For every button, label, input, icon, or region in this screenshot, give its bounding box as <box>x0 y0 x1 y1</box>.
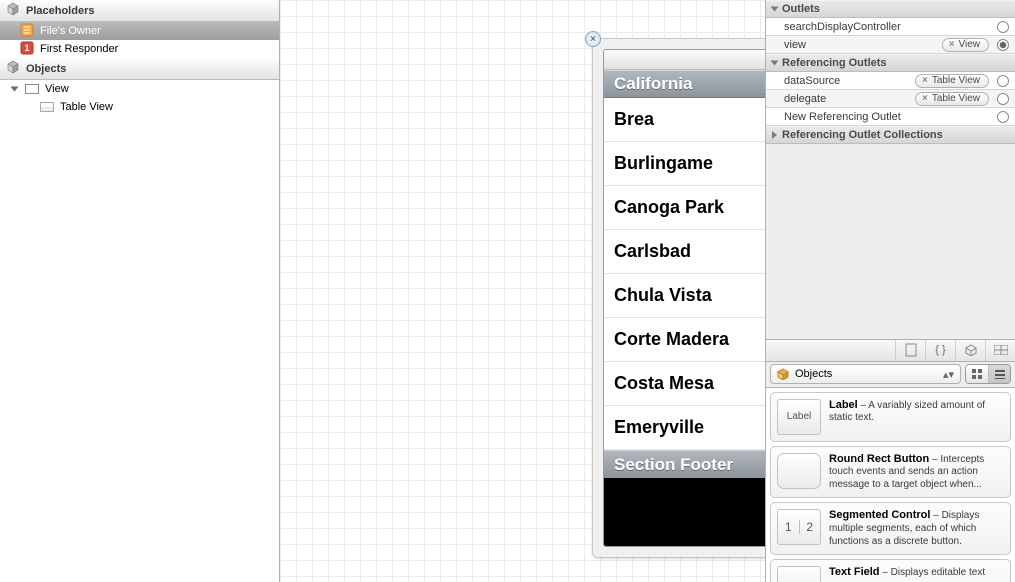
connection-pill[interactable]: ×Table View <box>915 74 989 88</box>
outlet-row[interactable]: searchDisplayController <box>766 18 1015 36</box>
grid-mode[interactable] <box>966 365 988 383</box>
svg-text:1: 1 <box>24 43 29 53</box>
tableview-row[interactable]: Table View <box>0 98 279 116</box>
outlet-name: view <box>784 39 938 51</box>
outlet-row[interactable]: dataSource ×Table View <box>766 72 1015 90</box>
library-item[interactable]: 12Segmented Control – Displays multiple … <box>770 502 1011 555</box>
library-desc: Round Rect Button – Intercepts touch eve… <box>829 453 1004 492</box>
tab-code[interactable]: { } <box>925 340 955 361</box>
disclosure-icon <box>772 131 777 139</box>
iphone-simulator: California BreaBurlingameCanoga ParkCarl… <box>603 49 765 547</box>
table-cell[interactable]: Emeryville <box>604 406 765 450</box>
library-list[interactable]: LabelLabel – A variably sized amount of … <box>766 388 1015 582</box>
cube-icon <box>6 2 20 19</box>
files-owner-row[interactable]: File's Owner <box>0 22 279 40</box>
tab-file[interactable] <box>895 340 925 361</box>
outlet-name: searchDisplayController <box>784 21 989 33</box>
connection-circle[interactable] <box>997 21 1009 33</box>
connection-pill[interactable]: ×Table View <box>915 92 989 106</box>
cube-icon <box>6 60 20 77</box>
library-selector[interactable]: Objects ▴▾ <box>770 364 961 384</box>
ref-outlets-header[interactable]: Referencing Outlets <box>766 54 1015 72</box>
outlet-row[interactable]: New Referencing Outlet <box>766 108 1015 126</box>
ref-collections-header[interactable]: Referencing Outlet Collections <box>766 126 1015 144</box>
document-outline: Placeholders File's Owner 1 First Respon… <box>0 0 280 582</box>
connection-circle[interactable] <box>997 75 1009 87</box>
connection-circle[interactable] <box>997 111 1009 123</box>
library-tabs: { } <box>766 340 1015 362</box>
view-icon <box>25 84 39 94</box>
outlet-name: New Referencing Outlet <box>784 111 989 123</box>
status-bar <box>604 50 765 70</box>
first-responder-row[interactable]: 1 First Responder <box>0 40 279 58</box>
canvas[interactable]: × California BreaBurlingameCanoga ParkCa… <box>280 0 765 582</box>
connection-circle[interactable] <box>997 39 1009 51</box>
files-owner-label: File's Owner <box>40 25 101 37</box>
scene-container[interactable]: × California BreaBurlingameCanoga ParkCa… <box>592 38 765 558</box>
disconnect-icon[interactable]: × <box>922 75 928 86</box>
table-cell[interactable]: Costa Mesa <box>604 362 765 406</box>
library-item[interactable]: Round Rect Button – Intercepts touch eve… <box>770 446 1011 499</box>
library-item[interactable]: Text Field – Displays editable text <box>770 559 1011 582</box>
connection-pill[interactable]: ×View <box>942 38 989 52</box>
disclosure-icon <box>771 7 779 12</box>
list-mode[interactable] <box>988 365 1010 383</box>
disclosure-icon <box>771 61 779 66</box>
library-desc: Text Field – Displays editable text <box>829 566 985 582</box>
view-row[interactable]: View <box>0 80 279 98</box>
library-desc: Segmented Control – Displays multiple se… <box>829 509 1004 548</box>
objects-label: Objects <box>26 63 66 75</box>
tab-objects[interactable] <box>955 340 985 361</box>
placeholders-header: Placeholders <box>0 0 279 22</box>
responder-icon: 1 <box>20 41 34 58</box>
library-bar: Objects ▴▾ <box>766 362 1015 388</box>
library-item[interactable]: LabelLabel – A variably sized amount of … <box>770 392 1011 442</box>
first-responder-label: First Responder <box>40 43 118 55</box>
library-thumb <box>777 566 821 582</box>
table-cell[interactable]: Brea <box>604 98 765 142</box>
outlets-header[interactable]: Outlets <box>766 0 1015 18</box>
section-footer[interactable]: Section Footer <box>604 450 765 478</box>
tab-media[interactable] <box>985 340 1015 361</box>
disconnect-icon[interactable]: × <box>922 93 928 104</box>
inspector-panel: Outlets searchDisplayController view ×View… <box>765 0 1015 582</box>
table-cell[interactable]: Carlsbad <box>604 230 765 274</box>
table-cell[interactable]: Canoga Park <box>604 186 765 230</box>
view-mode-segment[interactable] <box>965 364 1011 384</box>
disclosure-icon[interactable] <box>11 87 19 92</box>
outlet-name: dataSource <box>784 75 911 87</box>
table-cell[interactable]: Chula Vista <box>604 274 765 318</box>
tabbar-placeholder <box>604 478 765 546</box>
inspector-blank <box>766 144 1015 340</box>
owner-icon <box>20 23 34 40</box>
library-thumb: 12 <box>777 509 821 545</box>
library-thumb: Label <box>777 399 821 435</box>
view-label: View <box>45 83 69 95</box>
objects-header: Objects <box>0 58 279 80</box>
outlet-row[interactable]: view ×View <box>766 36 1015 54</box>
outlet-row[interactable]: delegate ×Table View <box>766 90 1015 108</box>
library-desc: Label – A variably sized amount of stati… <box>829 399 1004 435</box>
objects-icon <box>777 368 789 380</box>
outlet-name: delegate <box>784 93 911 105</box>
placeholders-label: Placeholders <box>26 5 94 17</box>
tableview-icon <box>40 102 54 112</box>
disconnect-icon[interactable]: × <box>949 39 955 50</box>
updown-icon: ▴▾ <box>943 368 954 381</box>
table-cell[interactable]: Burlingame <box>604 142 765 186</box>
library-thumb <box>777 453 821 489</box>
connection-circle[interactable] <box>997 93 1009 105</box>
section-header[interactable]: California <box>604 70 765 98</box>
close-icon[interactable]: × <box>585 31 601 47</box>
table-cell[interactable]: Corte Madera <box>604 318 765 362</box>
tableview-label: Table View <box>60 101 113 113</box>
